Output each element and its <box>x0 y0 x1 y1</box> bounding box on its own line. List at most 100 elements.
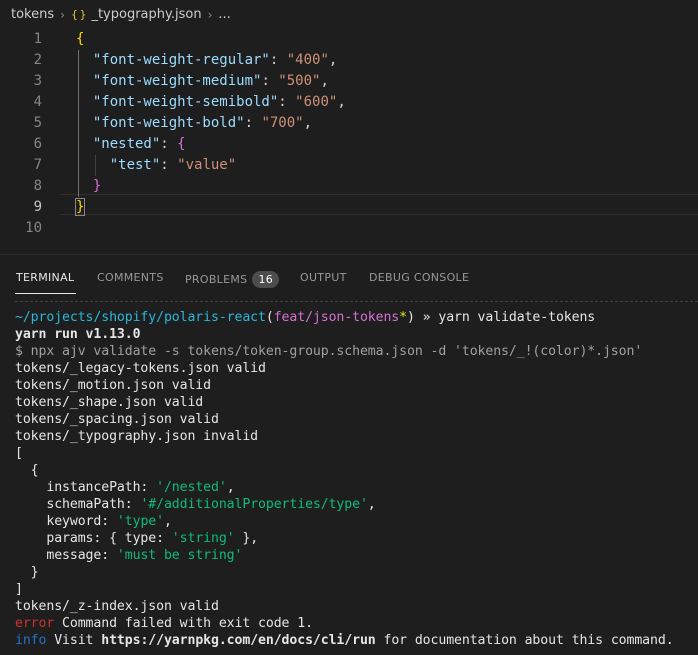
code-line[interactable]: 4 "font-weight-semibold": "600", <box>0 92 698 113</box>
terminal-segment: } <box>15 565 39 580</box>
code-token: } <box>92 178 102 194</box>
code-line[interactable]: 10 <box>0 218 698 239</box>
code-line[interactable]: 7 "test": "value" <box>0 155 698 176</box>
terminal-line: } <box>15 564 698 581</box>
code-token: , <box>303 115 313 131</box>
terminal-segment: feat/json-tokens <box>273 310 400 325</box>
breadcrumb-file[interactable]: _typography.json <box>91 7 201 22</box>
chevron-right-icon: › <box>207 7 213 22</box>
terminal-segment: tokens/_shape.json valid <box>15 395 204 410</box>
code-text: } <box>74 197 86 218</box>
code-token: { <box>76 31 85 47</box>
tab-label: COMMENTS <box>97 271 164 284</box>
tab-output[interactable]: OUTPUT <box>300 271 347 284</box>
terminal-line: tokens/_z-index.json valid <box>15 598 698 615</box>
active-tab-indicator <box>15 293 76 294</box>
terminal-segment: message: <box>15 548 117 563</box>
code-text: } <box>76 176 101 197</box>
line-number: 10 <box>25 220 42 236</box>
breadcrumb-more[interactable]: ... <box>218 7 230 22</box>
code-editor[interactable]: 1{2 "font-weight-regular": "400", 3 "font… <box>0 29 698 254</box>
terminal-segment: tokens/_spacing.json valid <box>15 412 219 427</box>
tab-label: TERMINAL <box>16 271 75 284</box>
terminal-segment: , <box>163 514 172 529</box>
terminal-segment: ( <box>265 310 274 325</box>
terminal-separator <box>15 301 698 302</box>
tab-problems[interactable]: PROBLEMS 16 <box>185 271 280 288</box>
line-number: 3 <box>33 73 42 89</box>
json-file-icon: { } <box>70 8 86 21</box>
terminal-segment: [ <box>15 446 23 461</box>
tab-comments[interactable]: COMMENTS <box>97 271 164 284</box>
terminal-segment: instancePath: <box>15 480 157 495</box>
code-token: : <box>160 136 178 152</box>
code-line[interactable]: 3 "font-weight-medium": "500", <box>0 71 698 92</box>
code-line[interactable]: 6 "nested": { <box>0 134 698 155</box>
tab-debug-console[interactable]: DEBUG CONSOLE <box>369 271 469 284</box>
line-number: 8 <box>33 178 42 194</box>
code-token: : <box>261 73 279 89</box>
terminal-line: tokens/_motion.json valid <box>15 377 698 394</box>
terminal-segment: tokens/_motion.json valid <box>15 378 211 393</box>
line-number: 2 <box>33 52 42 68</box>
code-line[interactable]: 9} <box>0 197 698 218</box>
code-text: "font-weight-medium": "500", <box>76 71 329 92</box>
code-text: { <box>76 29 84 50</box>
terminal-output[interactable]: ~/projects/shopify/polaris-react(feat/js… <box>15 309 698 649</box>
terminal-segment: tokens/_legacy-tokens.json valid <box>15 361 266 376</box>
line-number: 7 <box>33 157 42 173</box>
terminal-segment: 'string' <box>171 531 235 546</box>
code-line[interactable]: 1{ <box>0 29 698 50</box>
code-token: "500" <box>278 73 321 89</box>
terminal-segment: Visit <box>46 633 102 648</box>
breadcrumb-folder[interactable]: tokens <box>11 7 54 22</box>
code-token: { <box>177 136 186 152</box>
terminal-segment: 'type' <box>116 514 164 529</box>
code-token: , <box>320 73 329 89</box>
code-token: "test" <box>109 157 161 173</box>
terminal-segment: https://yarnpkg.com/en/docs/cli/run <box>101 633 376 648</box>
code-token: "600" <box>295 94 338 110</box>
code-token: "font-weight-medium" <box>92 73 262 89</box>
terminal-segment: ) » yarn validate-tokens <box>407 310 596 325</box>
panel-tabs: TERMINAL COMMENTS PROBLEMS 16 OUTPUT DEBU… <box>0 262 698 296</box>
code-line[interactable]: 8 } <box>0 176 698 197</box>
vscode-window: tokens › { } _typography.json › ... 1{2 … <box>0 0 698 655</box>
terminal-line: keyword: 'type', <box>15 513 698 530</box>
terminal-segment: error <box>15 616 55 631</box>
terminal-segment: $ npx ajv validate -s tokens/token-group… <box>15 344 643 359</box>
terminal-line: schemaPath: '#/additionalProperties/type… <box>15 496 698 513</box>
line-number: 5 <box>33 115 42 131</box>
code-token: "700" <box>261 115 304 131</box>
code-line[interactable]: 5 "font-weight-bold": "700", <box>0 113 698 134</box>
terminal-segment: ] <box>15 582 23 597</box>
terminal-segment: tokens/_z-index.json valid <box>15 599 219 614</box>
code-token: "font-weight-bold" <box>92 115 245 131</box>
code-line[interactable]: 2 "font-weight-regular": "400", <box>0 50 698 71</box>
code-token: : <box>278 94 296 110</box>
terminal-line: tokens/_spacing.json valid <box>15 411 698 428</box>
code-token: : <box>160 157 178 173</box>
terminal-segment: }, <box>234 531 259 546</box>
terminal-segment: params: { type: <box>15 531 172 546</box>
terminal-line: ] <box>15 581 698 598</box>
problems-count-badge: 16 <box>252 271 280 288</box>
terminal-segment: { <box>15 463 39 478</box>
line-number: 9 <box>33 199 42 215</box>
code-token: : <box>244 115 262 131</box>
code-token: } <box>74 198 86 216</box>
terminal-line: message: 'must be string' <box>15 547 698 564</box>
terminal-segment: keyword: <box>15 514 117 529</box>
terminal-segment: yarn run v1.13.0 <box>15 327 141 342</box>
tab-terminal[interactable]: TERMINAL <box>16 271 74 284</box>
code-token: "font-weight-regular" <box>92 52 270 68</box>
tab-label: PROBLEMS <box>185 273 248 286</box>
terminal-segment: info <box>15 633 47 648</box>
terminal-segment: '#/additionalProperties/type' <box>140 497 368 512</box>
panel-divider[interactable] <box>0 254 698 255</box>
